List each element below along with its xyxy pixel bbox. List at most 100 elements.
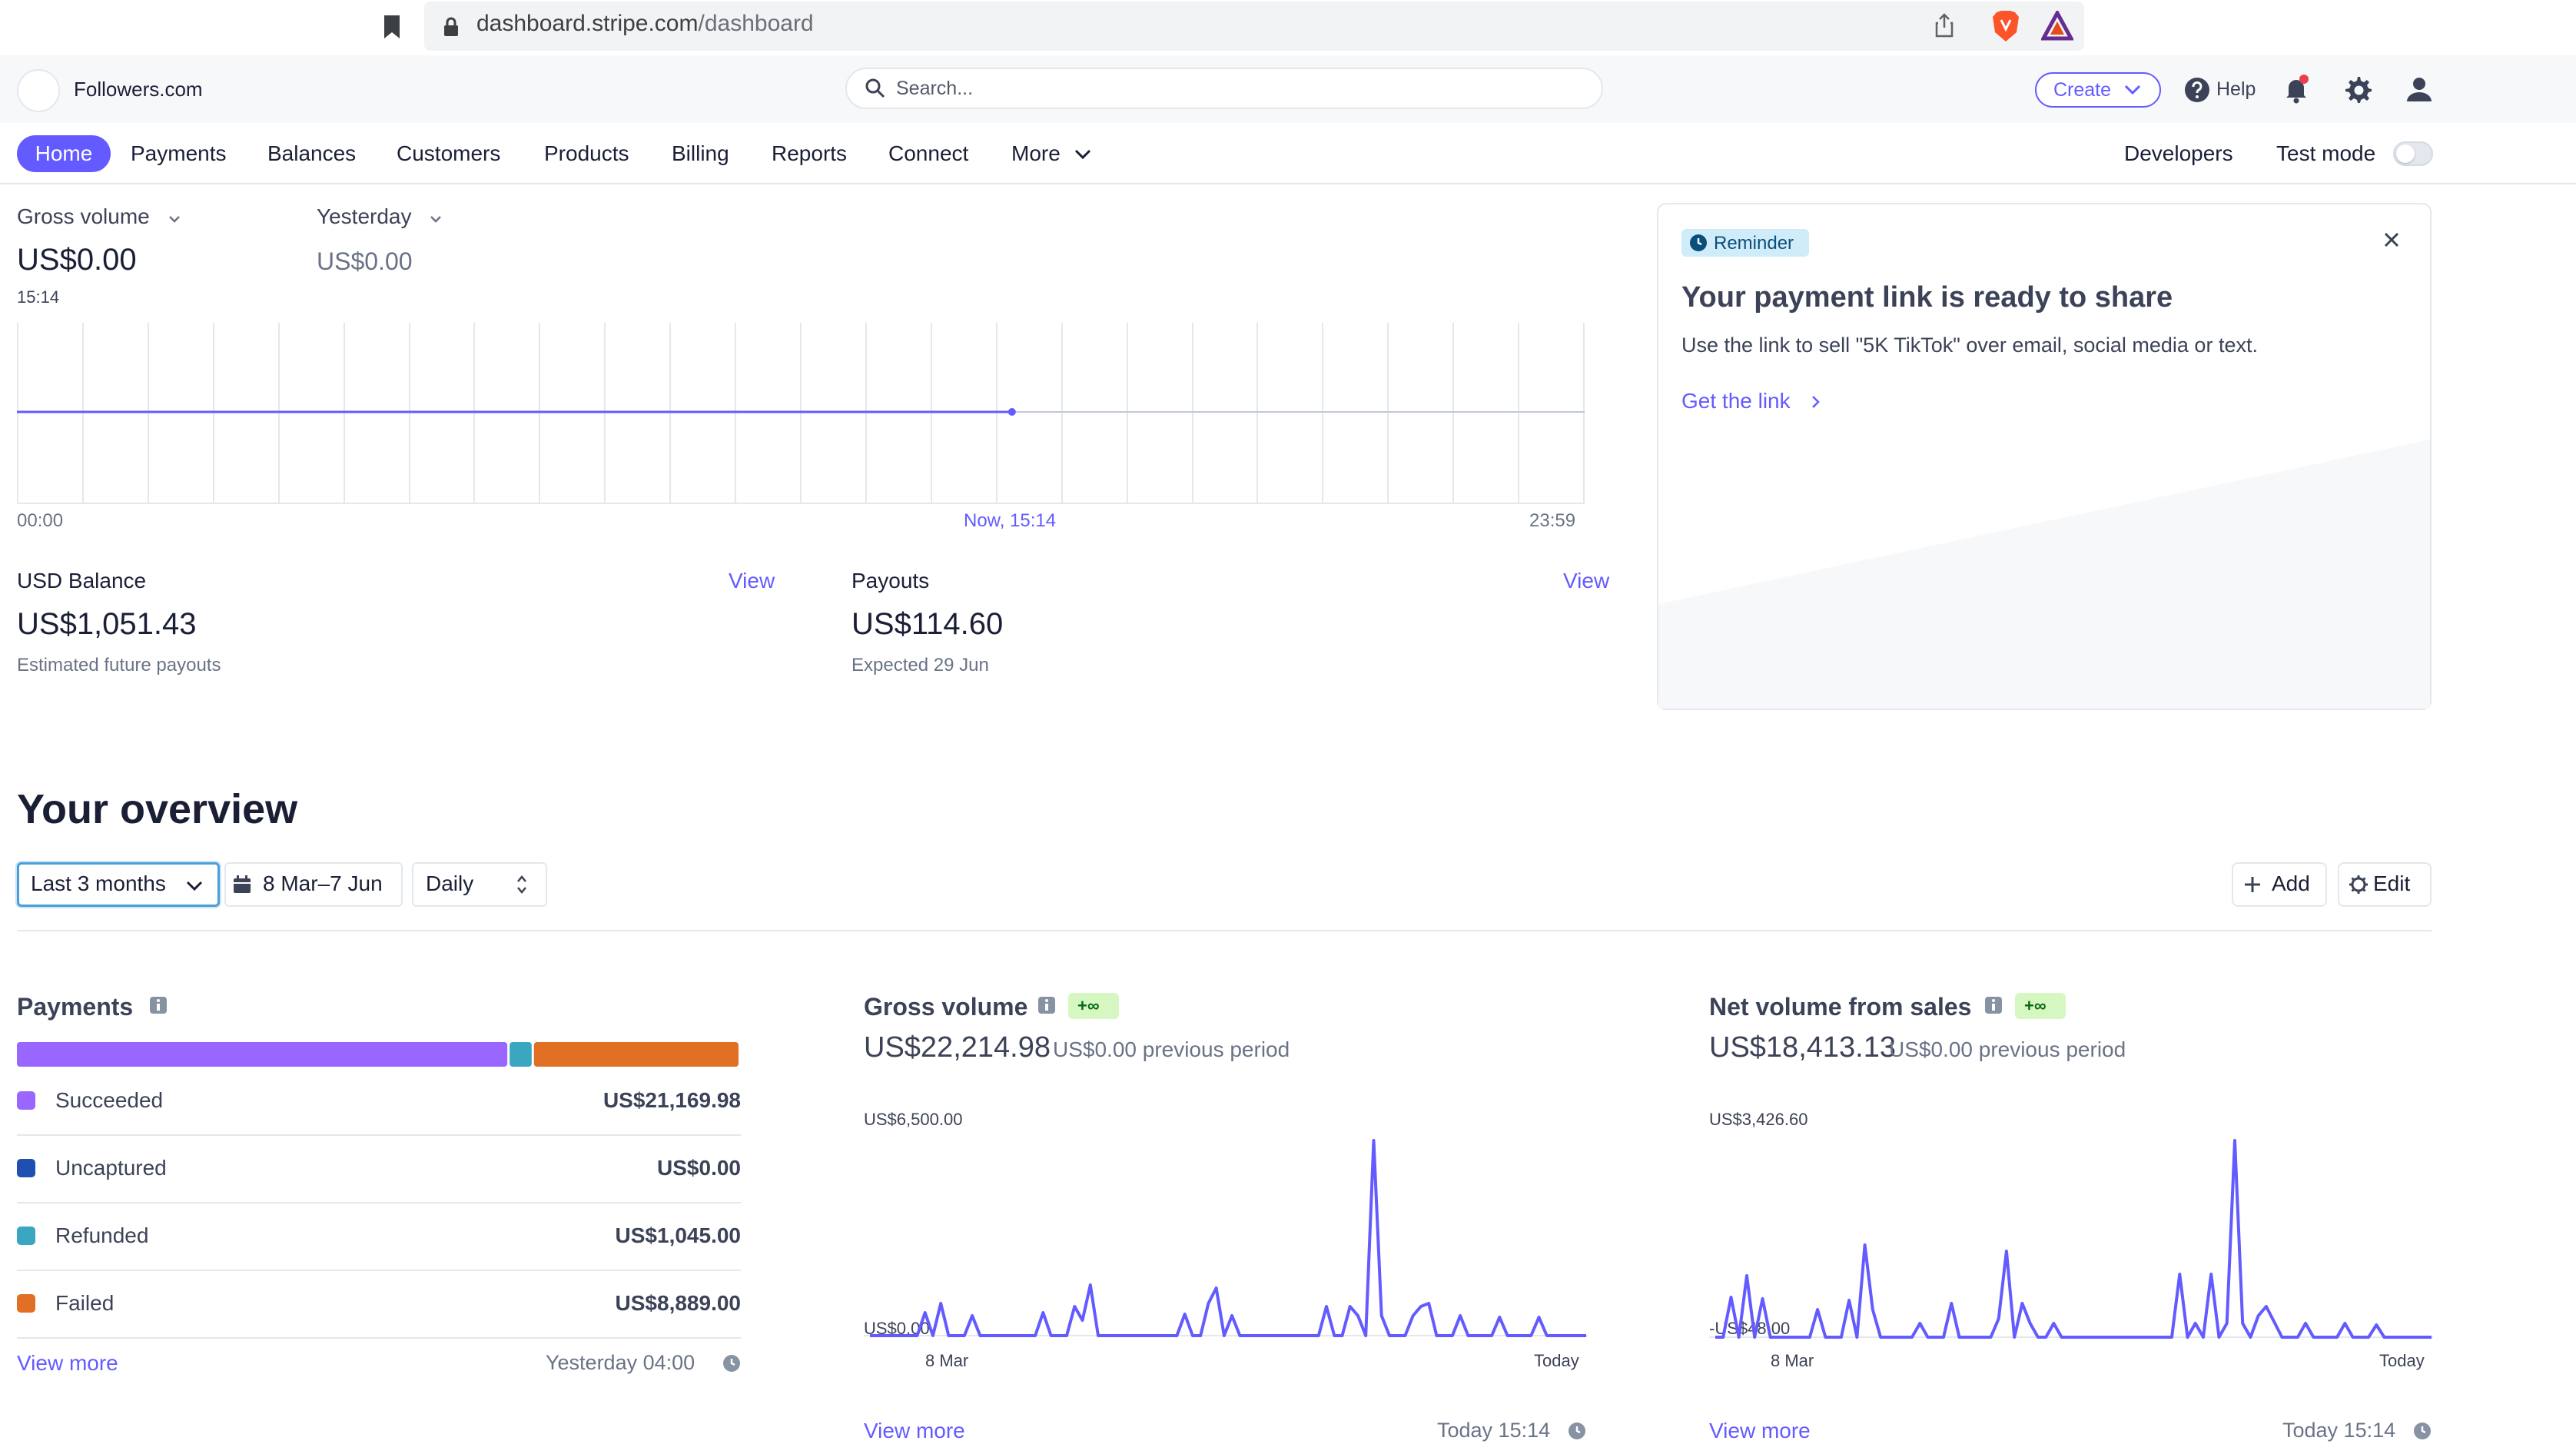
user-icon[interactable] bbox=[2404, 74, 2435, 105]
payments-view-more[interactable]: View more bbox=[17, 1351, 118, 1376]
url-text: dashboard.stripe.com/dashboard bbox=[476, 11, 814, 37]
x-axis-start-label: 8 Mar bbox=[925, 1351, 969, 1370]
succeeded-dot bbox=[17, 1091, 35, 1110]
divider bbox=[17, 1270, 741, 1271]
plus-icon bbox=[2242, 875, 2262, 895]
reminder-card-background bbox=[1658, 204, 2430, 709]
payments-bar-segment-refunded bbox=[510, 1042, 532, 1067]
x-axis-start-label: 8 Mar bbox=[1771, 1351, 1814, 1370]
usd-balance-sub: Estimated future payouts bbox=[17, 655, 221, 676]
uncaptured-dot bbox=[17, 1159, 35, 1177]
x-axis-end-label: Today bbox=[2379, 1351, 2425, 1370]
date-range-value: 8 Mar–7 Jun bbox=[263, 871, 383, 895]
chevron-down-icon bbox=[184, 878, 204, 895]
nav-customers[interactable]: Customers bbox=[397, 141, 500, 166]
reminder-badge-label: Reminder bbox=[1714, 233, 1794, 254]
payouts-view-link[interactable]: View bbox=[1563, 569, 1609, 593]
uncaptured-label: Uncaptured bbox=[55, 1156, 167, 1180]
payouts-label: Payouts bbox=[851, 569, 930, 593]
succeeded-label: Succeeded bbox=[55, 1088, 164, 1112]
nav-home-label: Home bbox=[35, 141, 93, 165]
nav-products[interactable]: Products bbox=[544, 141, 629, 166]
info-icon[interactable] bbox=[1037, 996, 1056, 1014]
x-axis-now-label: Now, 15:14 bbox=[964, 510, 1057, 531]
x-axis-end-label: Today bbox=[1534, 1351, 1579, 1370]
payments-bar-segment-failed bbox=[533, 1042, 739, 1067]
payments-bar-segment-succeeded bbox=[17, 1042, 508, 1067]
help-icon[interactable] bbox=[2184, 77, 2210, 103]
x-axis-end-label: 23:59 bbox=[1529, 510, 1576, 531]
share-icon[interactable] bbox=[1934, 12, 1955, 38]
rewards-triangle-icon[interactable] bbox=[2041, 11, 2073, 41]
gross-volume-card-title: Gross volume bbox=[864, 993, 1028, 1021]
nav-balances[interactable]: Balances bbox=[267, 141, 356, 166]
close-icon[interactable] bbox=[2381, 229, 2402, 251]
chevron-down-icon bbox=[2123, 81, 2143, 98]
today-gross-volume-chart bbox=[17, 323, 1585, 504]
gross-volume-selector[interactable]: Gross volume bbox=[17, 204, 150, 229]
info-icon[interactable] bbox=[1984, 996, 2003, 1014]
divider bbox=[17, 930, 2432, 931]
chevron-down-icon bbox=[166, 212, 183, 226]
net-volume-total: US$18,413.13 bbox=[1709, 1031, 1896, 1064]
usd-balance-value: US$1,051.43 bbox=[17, 607, 197, 641]
nav-more[interactable]: More bbox=[1011, 141, 1061, 166]
chevron-down-icon bbox=[1073, 146, 1093, 163]
lock-icon bbox=[443, 17, 460, 37]
net-volume-updated: Today 15:14 bbox=[2282, 1419, 2396, 1442]
change-badge-label: +∞ bbox=[2024, 996, 2047, 1015]
interval-label: Daily bbox=[426, 871, 474, 895]
series-line bbox=[1715, 1139, 2432, 1339]
net-volume-chart bbox=[1709, 1122, 2433, 1345]
gear-icon[interactable] bbox=[2342, 74, 2373, 105]
payouts-value: US$114.60 bbox=[851, 607, 1004, 641]
test-mode-toggle-knob bbox=[2396, 144, 2415, 163]
calendar-icon bbox=[232, 875, 252, 895]
nav-developers[interactable]: Developers bbox=[2124, 141, 2233, 166]
usd-balance-label: USD Balance bbox=[17, 569, 147, 593]
net-volume-view-more[interactable]: View more bbox=[1709, 1419, 1811, 1443]
help-label[interactable]: Help bbox=[2216, 78, 2256, 101]
search-icon bbox=[864, 77, 887, 100]
net-volume-previous: US$0.00 previous period bbox=[1889, 1037, 2126, 1061]
info-icon[interactable] bbox=[149, 996, 168, 1014]
uncaptured-value: US$0.00 bbox=[657, 1156, 741, 1180]
nav-payments[interactable]: Payments bbox=[131, 141, 227, 166]
x-axis-start-label: 00:00 bbox=[17, 510, 64, 531]
search-placeholder: Search... bbox=[896, 78, 974, 99]
bookmark-icon[interactable] bbox=[381, 14, 403, 40]
gross-volume-updated: Today 15:14 bbox=[1437, 1419, 1551, 1442]
succeeded-value: US$21,169.98 bbox=[603, 1088, 741, 1112]
data-point-now bbox=[1007, 408, 1016, 416]
get-the-link[interactable]: Get the link bbox=[1681, 389, 1791, 413]
nav-connect[interactable]: Connect bbox=[888, 141, 968, 166]
gross-volume-total: US$22,214.98 bbox=[864, 1031, 1051, 1064]
url-host: dashboard.stripe.com bbox=[476, 11, 699, 36]
payments-breakdown-bar bbox=[17, 1042, 741, 1067]
chevron-down-icon bbox=[427, 212, 444, 226]
reminder-title: Your payment link is ready to share bbox=[1681, 281, 2173, 314]
bell-icon[interactable] bbox=[2282, 74, 2310, 105]
gross-volume-previous: US$0.00 previous period bbox=[1053, 1037, 1290, 1061]
nav-reports[interactable]: Reports bbox=[772, 141, 847, 166]
net-volume-card-title: Net volume from sales bbox=[1709, 993, 1972, 1021]
balance-view-link[interactable]: View bbox=[729, 569, 775, 593]
failed-label: Failed bbox=[55, 1291, 115, 1315]
brave-shield-icon[interactable] bbox=[1990, 9, 2021, 43]
create-button-label: Create bbox=[2053, 79, 2112, 101]
account-name[interactable]: Followers.com bbox=[74, 78, 203, 101]
divider bbox=[17, 1202, 741, 1203]
nav-billing[interactable]: Billing bbox=[672, 141, 729, 166]
gross-volume-view-more[interactable]: View more bbox=[864, 1419, 965, 1443]
failed-value: US$8,889.00 bbox=[615, 1291, 741, 1315]
payments-card-title: Payments bbox=[17, 993, 134, 1021]
date-range-label: Last 3 months bbox=[31, 871, 166, 895]
account-avatar[interactable] bbox=[17, 69, 60, 112]
comparison-selector[interactable]: Yesterday bbox=[317, 204, 412, 229]
refunded-value: US$1,045.00 bbox=[615, 1223, 741, 1247]
payouts-sub: Expected 29 Jun bbox=[851, 655, 989, 676]
edit-button-label: Edit bbox=[2373, 871, 2411, 895]
clock-icon bbox=[1568, 1422, 1586, 1440]
gross-volume-today-value: US$0.00 bbox=[17, 243, 137, 277]
url-path: /dashboard bbox=[698, 11, 814, 36]
